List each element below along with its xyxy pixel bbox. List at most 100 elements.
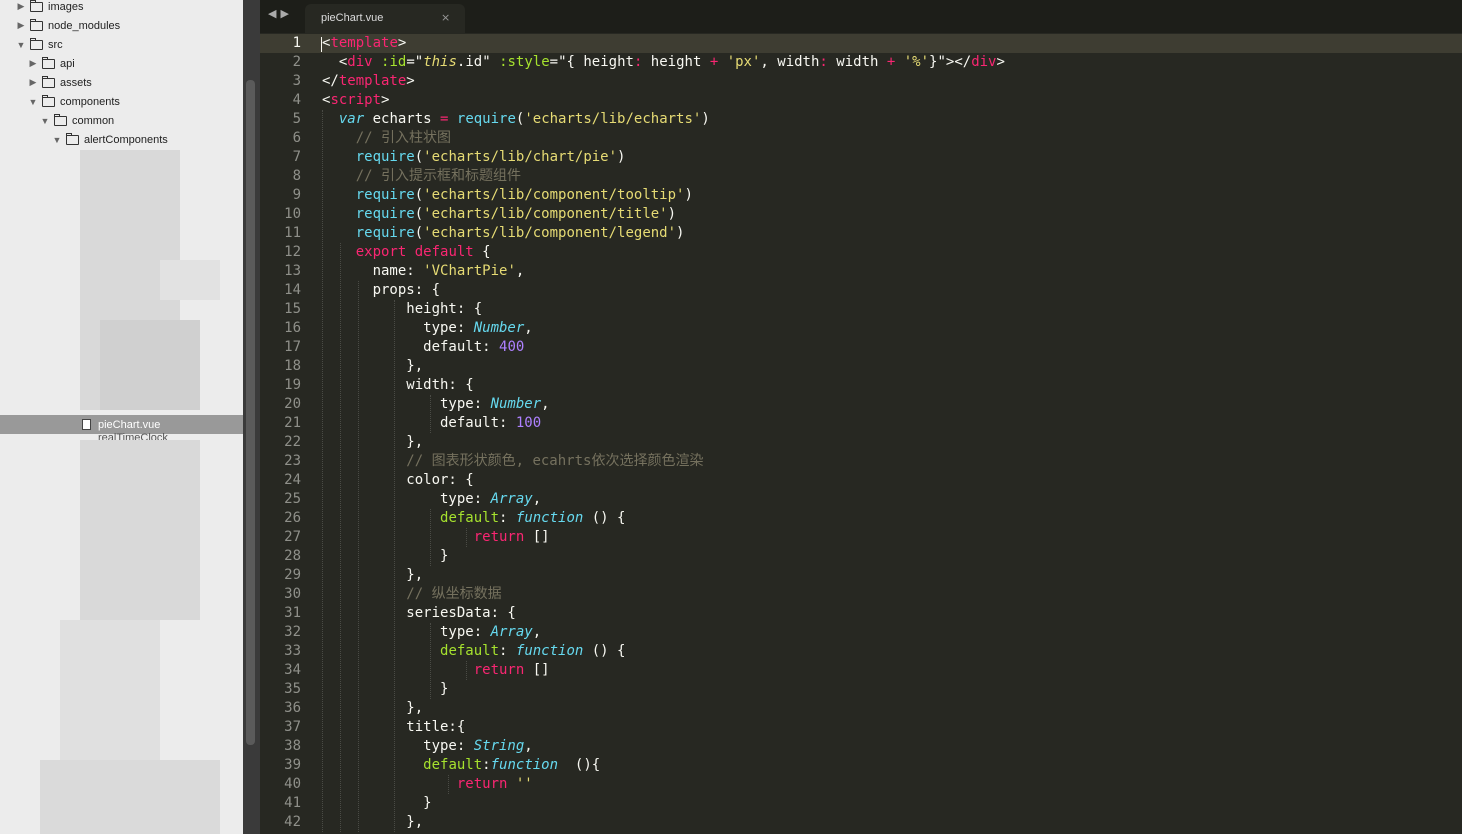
code-line[interactable]: default: function () { [322, 642, 625, 661]
code-token: '' [515, 776, 533, 792]
code-token: 'echarts/lib/component/tooltip' [423, 187, 685, 203]
nav-back-icon[interactable]: ◀ [268, 7, 280, 20]
code-token: default [423, 757, 483, 773]
close-icon[interactable]: × [441, 11, 450, 24]
tree-item-assets[interactable]: ▶ assets [0, 73, 243, 92]
tree-item-label: pieChart.vue [98, 418, 161, 431]
tab-label: pieChart.vue [321, 12, 384, 24]
code-line[interactable]: <script> [322, 91, 389, 110]
line-number: 31 [284, 605, 301, 621]
tree-item-label: src [48, 38, 63, 51]
sidebar-scrollbar-thumb[interactable] [246, 80, 255, 745]
code-token: 'echarts/lib/echarts' [524, 111, 702, 127]
code-token: .id" [456, 54, 500, 70]
code-line[interactable]: </template> [322, 72, 415, 91]
line-number: 18 [284, 358, 301, 374]
code-line[interactable]: type: Array, [322, 623, 541, 642]
code-line[interactable]: type: String, [322, 737, 533, 756]
code-line[interactable]: name: 'VChartPie', [322, 262, 525, 281]
code-token: ( [414, 225, 424, 241]
code-token: : [499, 510, 516, 526]
line-number: 9 [292, 187, 301, 203]
code-line[interactable]: // 引入提示框和标题组件 [322, 167, 521, 186]
code-line[interactable]: }, [322, 433, 423, 452]
code-token: default: [322, 339, 500, 355]
code-line[interactable]: default: 100 [322, 414, 541, 433]
code-line[interactable]: default: function () { [322, 509, 625, 528]
line-number: 35 [284, 681, 301, 697]
code-line[interactable]: }, [322, 813, 423, 832]
chevron-down-icon[interactable]: ▼ [28, 97, 38, 107]
code-line[interactable]: width: { [322, 376, 473, 395]
code-line[interactable]: type: Array, [322, 490, 541, 509]
code-line[interactable]: default: 400 [322, 338, 524, 357]
chevron-down-icon[interactable]: ▼ [52, 135, 62, 145]
code-line[interactable]: require('echarts/lib/component/tooltip') [322, 186, 693, 205]
code-token: , [541, 396, 550, 412]
code-token: : [819, 54, 828, 70]
code-line[interactable]: // 引入柱状图 [322, 129, 451, 148]
tree-item-api[interactable]: ▶ api [0, 54, 243, 73]
code-token: require [355, 206, 415, 222]
code-line[interactable]: return [] [322, 661, 550, 680]
code-line[interactable]: type: Number, [322, 319, 533, 338]
code-line[interactable]: default:function (){ [322, 756, 600, 775]
tree-item-images[interactable]: ▶ images [0, 0, 243, 16]
line-number: 19 [284, 377, 301, 393]
code-line[interactable]: return [] [322, 528, 550, 547]
chevron-right-icon[interactable]: ▶ [16, 20, 26, 31]
chevron-right-icon[interactable]: ▶ [16, 1, 26, 12]
line-number-gutter: 1 2 3 4 5 6 7 8 9 10 11 12 13 14 15 16 17 18 19 20 21 22 23 24 2… [260, 33, 318, 834]
code-token: require [355, 149, 415, 165]
line-number: 4 [292, 92, 301, 108]
code-token: var [338, 111, 365, 127]
chevron-right-icon[interactable]: ▶ [28, 77, 38, 88]
code-line[interactable]: }, [322, 357, 423, 376]
folder-open-icon [42, 94, 55, 107]
nav-forward-icon[interactable]: ▶ [280, 7, 292, 20]
code-line[interactable]: color: { [322, 471, 473, 490]
line-number: 23 [284, 453, 301, 469]
code-line[interactable]: // 纵坐标数据 [322, 585, 501, 604]
code-line[interactable]: // 图表形状颜色, ecahrts依次选择颜色渲染 [322, 452, 703, 471]
code-line[interactable]: }, [322, 699, 423, 718]
code-token: 'echarts/lib/component/title' [423, 206, 668, 222]
code-editor[interactable]: <template> <div :id="this.id" :style="{ … [322, 33, 1462, 834]
code-line[interactable]: require('echarts/lib/chart/pie') [322, 148, 626, 167]
code-line[interactable]: export default { [322, 243, 491, 262]
code-line[interactable]: } [322, 794, 431, 813]
chevron-down-icon[interactable]: ▼ [40, 116, 50, 126]
code-token: , [524, 320, 533, 336]
code-line[interactable]: var echarts = require('echarts/lib/echar… [322, 110, 710, 129]
code-line[interactable]: height: { [322, 300, 482, 319]
code-token: () { [583, 510, 626, 526]
chevron-right-icon[interactable]: ▶ [28, 58, 38, 69]
tree-item-src[interactable]: ▼ src [0, 35, 243, 54]
code-line[interactable]: type: Number, [322, 395, 550, 414]
code-line[interactable]: require('echarts/lib/component/legend') [322, 224, 685, 243]
code-token: , width [760, 54, 820, 70]
tree-item-common[interactable]: ▼ common [0, 111, 243, 130]
code-token: }, [322, 814, 424, 830]
tab-piechart-vue[interactable]: pieChart.vue × [305, 4, 465, 33]
tab-nav-arrows[interactable]: ◀▶ [268, 7, 293, 20]
chevron-down-icon[interactable]: ▼ [16, 40, 26, 50]
code-line[interactable]: <template> [322, 34, 406, 53]
line-number: 32 [284, 624, 301, 640]
code-token: // 引入柱状图 [355, 130, 452, 146]
code-line[interactable]: <div :id="this.id" :style="{ height: hei… [322, 53, 1005, 72]
code-token: ) [701, 111, 710, 127]
code-line[interactable]: seriesData: { [322, 604, 516, 623]
tree-item-components[interactable]: ▼ components [0, 92, 243, 111]
tree-item-alert-components[interactable]: ▼ alertComponents [0, 130, 243, 149]
code-line[interactable]: }, [322, 566, 423, 585]
tree-item-node-modules[interactable]: ▶ node_modules [0, 16, 243, 35]
code-line[interactable]: return '' [322, 775, 533, 794]
code-line[interactable]: require('echarts/lib/component/title') [322, 205, 676, 224]
